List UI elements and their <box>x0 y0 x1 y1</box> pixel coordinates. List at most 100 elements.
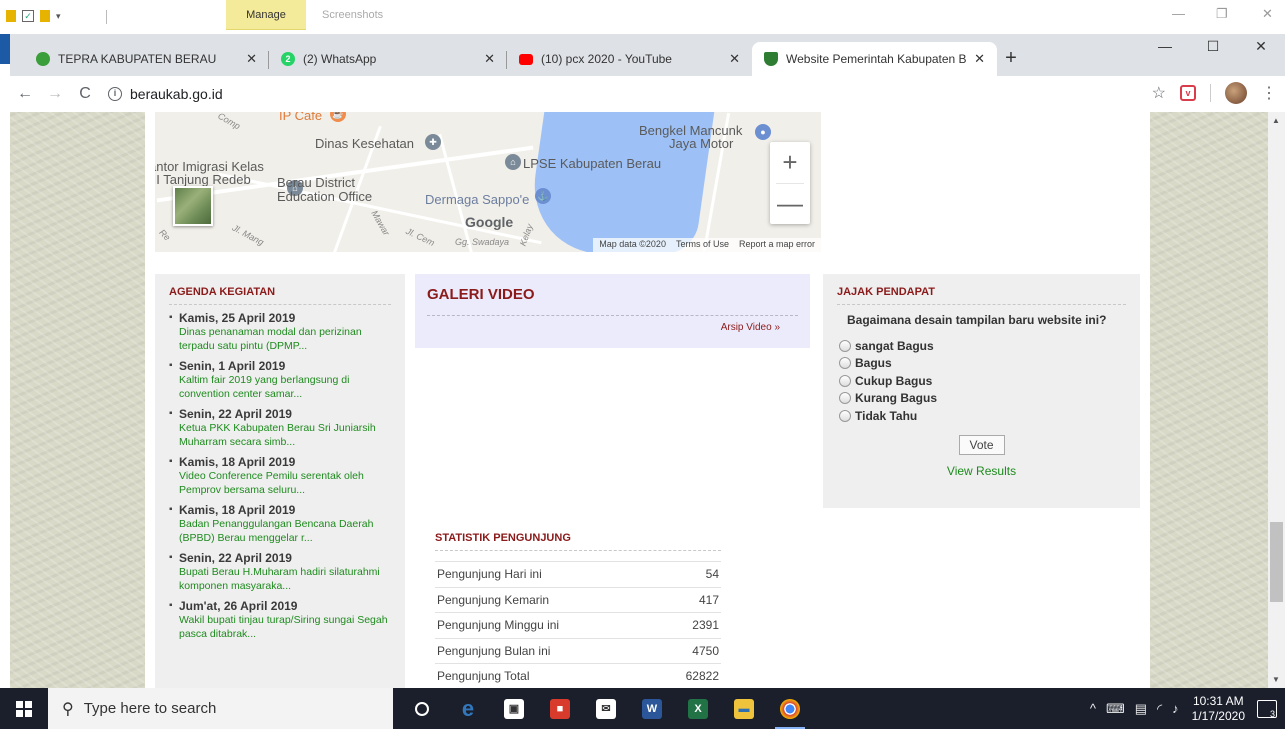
agenda-item[interactable]: ▪ Senin, 22 April 2019 Ketua PKK Kabupaten… <box>169 407 391 449</box>
agenda-link[interactable]: Video Conference Pemilu serentak oleh Pe… <box>179 469 391 497</box>
harbor-pin-icon[interactable]: ⚓ <box>535 188 551 204</box>
agenda-link[interactable]: Badan Penanggulangan Bencana Daerah (BPB… <box>179 517 391 545</box>
radio-button[interactable] <box>839 357 851 370</box>
shop-pin-icon[interactable]: ● <box>755 124 771 140</box>
close-window-button[interactable]: ✕ <box>1238 38 1284 55</box>
terms-link[interactable]: Terms of Use <box>676 239 729 251</box>
agenda-link[interactable]: Ketua PKK Kabupaten Berau Sri Juniarsih … <box>179 421 391 449</box>
profile-avatar[interactable] <box>1225 82 1247 104</box>
display-icon[interactable]: ▤ <box>1135 701 1147 717</box>
network-icon[interactable]: ⌨ <box>1106 701 1125 717</box>
page-content: IP Cafe ☕ Comp Dinas Kesehatan ✚ Bengkel… <box>145 112 1150 688</box>
vote-button[interactable]: Vote <box>958 434 1005 455</box>
agenda-item-body: Senin, 22 April 2019 Bupati Berau H.Muhar… <box>179 551 391 593</box>
divider <box>106 10 107 24</box>
chevron-up-icon[interactable]: ^ <box>1090 701 1096 716</box>
cafe-pin-icon[interactable]: ☕ <box>330 112 346 122</box>
restore-icon[interactable]: ❐ <box>1216 6 1228 22</box>
reload-button[interactable]: C <box>70 85 100 103</box>
close-tab-icon[interactable]: ✕ <box>246 51 257 67</box>
agenda-item[interactable]: ▪ Jum'at, 26 April 2019 Wakil bupati tinja… <box>169 599 391 641</box>
page-scrollbar[interactable]: ▲ ▼ <box>1268 112 1285 688</box>
volume-icon[interactable]: ♪ <box>1172 701 1179 716</box>
file-explorer-icon[interactable]: ▬ <box>721 688 767 729</box>
tab-tepra[interactable]: TEPRA KABUPATEN BERAU ✕ <box>24 42 269 76</box>
close-tab-icon[interactable]: ✕ <box>484 51 495 67</box>
maximize-button[interactable]: ☐ <box>1190 38 1236 55</box>
url-text[interactable]: beraukab.go.id <box>130 86 223 102</box>
hospital-pin-icon[interactable]: ✚ <box>425 134 441 150</box>
poll-option[interactable]: sangat Bagus <box>839 337 1126 355</box>
clock[interactable]: 10:31 AM 1/17/2020 <box>1192 694 1245 724</box>
taskbar-search[interactable]: ⚲ Type here to search <box>48 688 393 729</box>
radio-button[interactable] <box>839 392 851 405</box>
map-label: Jaya Motor <box>669 136 734 151</box>
video-archive-link[interactable]: Arsip Video » <box>427 322 798 333</box>
close-icon[interactable]: ✕ <box>1262 6 1273 22</box>
poll-option[interactable]: Cukup Bagus <box>839 372 1126 390</box>
tab-whatsapp[interactable]: 2 (2) WhatsApp ✕ <box>269 42 507 76</box>
info-icon[interactable]: i <box>108 87 122 101</box>
poll-option[interactable]: Kurang Bagus <box>839 390 1126 408</box>
scroll-down-icon[interactable]: ▼ <box>1272 675 1280 684</box>
poll-option-label: Bagus <box>855 356 892 371</box>
manage-tab[interactable]: Manage <box>226 0 306 30</box>
google-map[interactable]: IP Cafe ☕ Comp Dinas Kesehatan ✚ Bengkel… <box>155 112 821 252</box>
agenda-item[interactable]: ▪ Kamis, 25 April 2019 Dinas penanaman mod… <box>169 311 391 353</box>
stats-row: Pengunjung Minggu ini 2391 <box>435 613 721 639</box>
checkmark-icon[interactable]: ✓ <box>22 10 34 22</box>
radio-button[interactable] <box>839 374 851 387</box>
close-tab-icon[interactable]: ✕ <box>729 51 740 67</box>
folder-icon[interactable] <box>6 10 16 22</box>
poll-title: JAJAK PENDAPAT <box>837 286 1126 305</box>
back-button[interactable]: ← <box>10 85 40 103</box>
poll-option[interactable]: Bagus <box>839 355 1126 373</box>
agenda-item[interactable]: ▪ Kamis, 18 April 2019 Video Conference Pe… <box>169 455 391 497</box>
radio-button[interactable] <box>839 339 851 352</box>
minimize-button[interactable]: — <box>1142 38 1188 54</box>
agenda-link[interactable]: Bupati Berau H.Muharam hadiri silaturahm… <box>179 565 391 593</box>
chevron-down-icon[interactable]: ▾ <box>56 11 61 22</box>
government-pin-icon[interactable]: ⌂ <box>505 154 521 170</box>
scroll-up-icon[interactable]: ▲ <box>1272 116 1280 125</box>
tab-youtube[interactable]: (10) pcx 2020 - YouTube ✕ <box>507 42 752 76</box>
radio-button[interactable] <box>839 409 851 422</box>
task-view-icon[interactable] <box>399 688 445 729</box>
excel-icon[interactable]: X <box>675 688 721 729</box>
mail-icon[interactable]: ✉ <box>583 688 629 729</box>
agenda-link[interactable]: Dinas penanaman modal dan perizinan terp… <box>179 325 391 353</box>
agenda-item[interactable]: ▪ Senin, 1 April 2019 Kaltim fair 2019 yan… <box>169 359 391 401</box>
zoom-out-button[interactable]: — <box>770 183 810 224</box>
minimize-icon[interactable]: — <box>1172 6 1185 21</box>
store-icon[interactable]: ▣ <box>491 688 537 729</box>
forward-button[interactable]: → <box>40 85 70 103</box>
start-button[interactable] <box>0 688 48 729</box>
divider <box>1210 84 1211 102</box>
gift-icon[interactable]: ■ <box>537 688 583 729</box>
agenda-link[interactable]: Wakil bupati tinjau turap/Siring sungai … <box>179 613 391 641</box>
satellite-toggle[interactable] <box>173 186 213 226</box>
new-tab-button[interactable]: + <box>997 42 1025 76</box>
notification-center-icon[interactable]: 3 <box>1257 699 1277 719</box>
address-bar[interactable]: i beraukab.go.id <box>108 80 223 108</box>
folder-icon[interactable] <box>40 10 50 22</box>
close-tab-icon[interactable]: ✕ <box>974 51 985 67</box>
search-icon: ⚲ <box>62 700 74 718</box>
edge-icon[interactable]: e <box>445 688 491 729</box>
pocket-extension-icon[interactable]: v <box>1180 85 1196 101</box>
tab-website-pemerintah[interactable]: Website Pemerintah Kabupaten B ✕ <box>752 42 997 76</box>
view-results-link[interactable]: View Results <box>837 464 1126 478</box>
scrollbar-thumb[interactable] <box>1270 522 1283 602</box>
zoom-in-button[interactable]: + <box>770 142 810 183</box>
wifi-icon[interactable]: ◜ <box>1157 701 1162 717</box>
chrome-icon[interactable] <box>767 688 813 729</box>
poll-option[interactable]: Tidak Tahu <box>839 407 1126 425</box>
word-icon[interactable]: W <box>629 688 675 729</box>
report-error-link[interactable]: Report a map error <box>739 239 815 251</box>
agenda-item[interactable]: ▪ Senin, 22 April 2019 Bupati Berau H.Muha… <box>169 551 391 593</box>
agenda-link[interactable]: Kaltim fair 2019 yang berlangsung di con… <box>179 373 391 401</box>
menu-icon[interactable]: ⋮ <box>1261 83 1277 103</box>
poll-options: sangat Bagus Bagus Cukup Bagus Kurang Bagus… <box>837 337 1126 425</box>
agenda-item[interactable]: ▪ Kamis, 18 April 2019 Badan Penanggulanga… <box>169 503 391 545</box>
bookmark-star-icon[interactable]: ☆ <box>1152 83 1166 103</box>
